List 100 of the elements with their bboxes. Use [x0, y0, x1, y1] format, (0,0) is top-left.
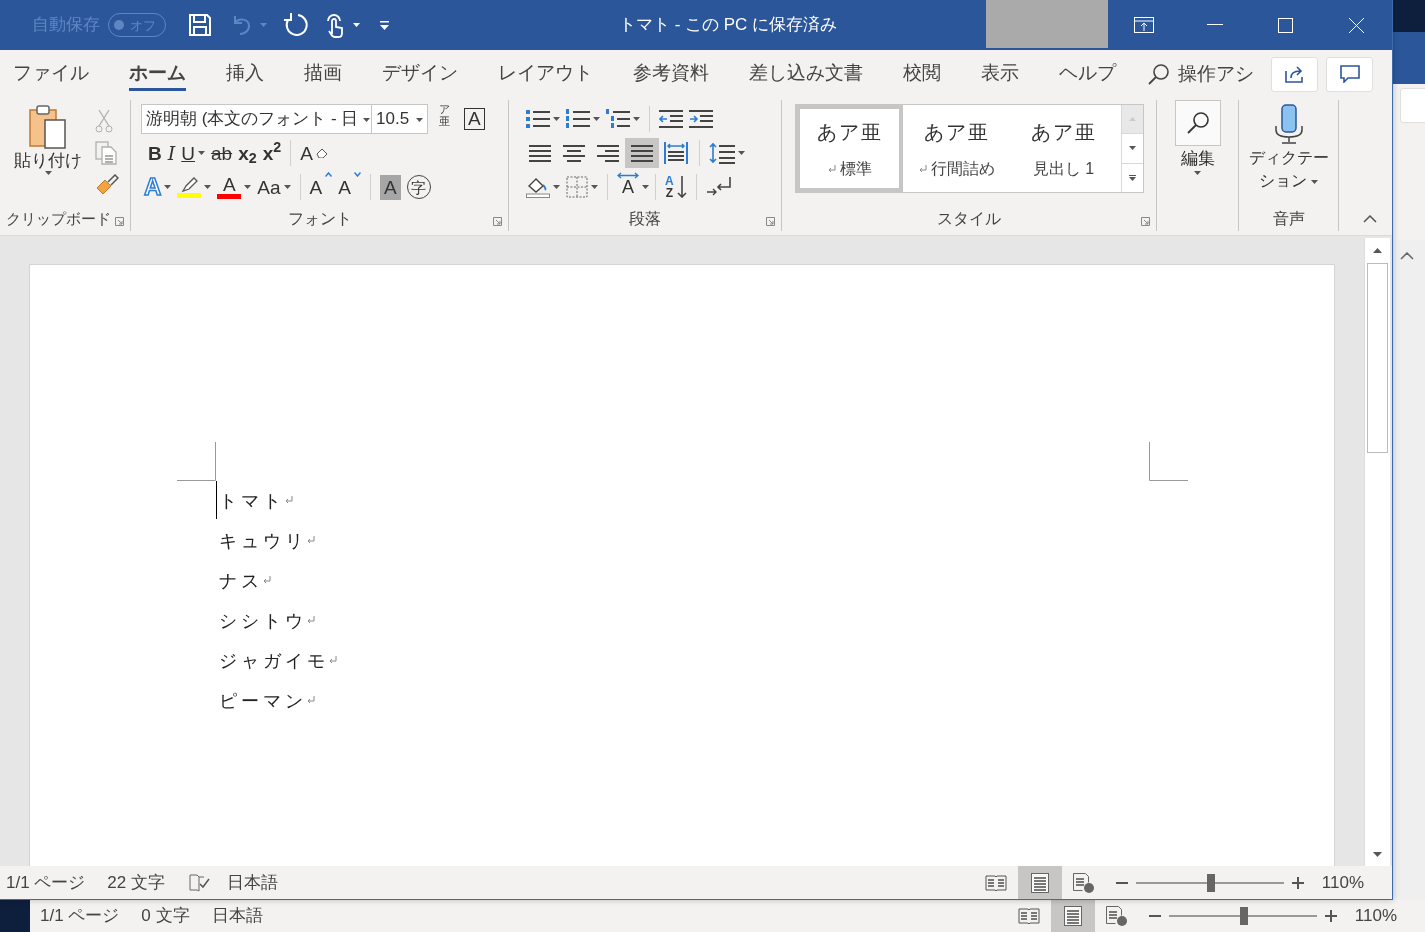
document-line: ナス	[219, 568, 263, 593]
clear-button[interactable]: A	[297, 138, 331, 168]
subscript-button[interactable]: x$_{2}$	[235, 138, 260, 168]
font-size-field[interactable]: 10.5	[372, 104, 428, 134]
tab[interactable]: 校閲	[903, 57, 941, 91]
dialog-launcher-icon	[1141, 217, 1150, 226]
bullet-list-icon	[526, 109, 550, 129]
tab[interactable]: ホーム	[129, 57, 186, 91]
tab[interactable]: 表示	[981, 57, 1019, 91]
sort-button[interactable]: A Z	[662, 172, 690, 202]
phonetic-guide-button[interactable]: ア 亜	[436, 104, 453, 134]
font-color-button[interactable]: A	[214, 172, 255, 202]
strike-button[interactable]: ab	[208, 138, 236, 168]
paragraph-mark-icon	[285, 496, 293, 504]
justify-align-button[interactable]	[625, 138, 659, 168]
tell-me-button[interactable]: 操作アシ	[1148, 59, 1254, 89]
language-label[interactable]: 日本語	[227, 869, 278, 896]
paragraph-mark-icon	[307, 696, 315, 704]
page-count[interactable]: 1/1 ページ	[40, 903, 120, 929]
document-line: ピーマン	[219, 688, 307, 713]
marker-icon	[179, 176, 200, 193]
line-spacing-icon	[709, 142, 735, 164]
font-name-field[interactable]: 游明朝 (本文のフォント - 日	[141, 104, 372, 134]
caret-icon	[1194, 171, 1201, 175]
style-name: 見出し 1	[1032, 158, 1095, 179]
zoom-level[interactable]: 110%	[1321, 869, 1364, 896]
book-check-icon	[189, 873, 211, 892]
multilevel-list-icon	[606, 109, 630, 129]
editing-button[interactable]: 編集	[1171, 100, 1224, 207]
word-count[interactable]: 0 文字	[141, 903, 190, 929]
minus-icon	[1115, 881, 1128, 884]
tab[interactable]: 挿入	[226, 57, 264, 91]
caret-icon	[591, 185, 598, 189]
tab[interactable]: デザイン	[382, 57, 458, 91]
margin-mark	[177, 442, 216, 481]
caret-icon	[633, 117, 640, 121]
view-button[interactable]	[1050, 899, 1095, 932]
bold-button[interactable]: B	[145, 138, 165, 168]
maximize-icon	[1278, 17, 1293, 33]
print-layout-icon	[1063, 906, 1082, 926]
document-page[interactable]: トマト キュウリ ナス シシトウ ジャガイモ ピーマン	[30, 265, 1334, 866]
paragraph-mark-icon	[263, 576, 271, 584]
language-label[interactable]: 日本語	[211, 903, 263, 929]
caret-icon	[44, 171, 52, 175]
zoom-in-button[interactable]	[1289, 876, 1306, 889]
up-icon	[1129, 117, 1136, 122]
repeat-button[interactable]	[283, 12, 309, 38]
comment-icon	[1339, 65, 1360, 83]
share-button[interactable]	[1271, 56, 1318, 92]
style-name: 行間詰め	[930, 158, 995, 179]
scroll-thumb[interactable]	[1367, 263, 1388, 453]
tab[interactable]: 描画	[304, 57, 342, 91]
scissors-icon	[95, 109, 113, 133]
style-item[interactable]: あア亜 標準	[796, 105, 903, 192]
document-line: シシトウ	[219, 608, 307, 633]
group-label: フォント	[287, 209, 352, 229]
tab[interactable]: 参考資料	[633, 57, 709, 91]
word-count[interactable]: 22 文字	[107, 869, 165, 896]
tab[interactable]: ヘルプ	[1059, 57, 1116, 91]
caret-icon	[553, 185, 560, 189]
tab[interactable]: ファイル	[13, 57, 89, 91]
proofing-button[interactable]	[187, 873, 213, 892]
touch-mode-button[interactable]	[325, 12, 360, 38]
web-layout-icon	[1105, 906, 1128, 926]
case-button[interactable]: Aa	[254, 172, 294, 202]
customize-icon	[380, 20, 389, 30]
paste-button[interactable]: 貼り付け	[12, 104, 84, 207]
ribbon-display-icon	[1133, 17, 1154, 33]
italic-button[interactable]: I	[164, 138, 179, 168]
indent-icon	[689, 109, 713, 129]
zoom-out-button[interactable]	[1113, 881, 1130, 884]
search-icon	[1185, 111, 1210, 135]
page-count[interactable]: 1/1 ページ	[6, 869, 86, 896]
grow-button[interactable]: A	[306, 172, 336, 202]
caret-icon	[553, 117, 560, 121]
superscript-button[interactable]: x$^{2}$	[259, 138, 285, 168]
microphone-icon	[1272, 104, 1305, 144]
up-icon	[1373, 247, 1382, 253]
caret-icon	[1129, 146, 1136, 151]
customize-toolbar-button[interactable]	[380, 20, 389, 30]
window-title: トマト - この PC に保存済み	[617, 14, 839, 37]
dialog-launcher-icon	[493, 217, 502, 226]
double-arrow-icon	[617, 172, 639, 179]
view-button[interactable]	[1017, 866, 1062, 899]
zoom-level[interactable]: 110%	[1354, 903, 1397, 929]
tab[interactable]: 差し込み文書	[749, 57, 863, 91]
group-label: スタイル	[937, 209, 1001, 229]
comments-button[interactable]	[1326, 56, 1373, 92]
save-button[interactable]	[188, 13, 212, 37]
tab[interactable]: レイアウト	[498, 57, 593, 91]
zoom-thumb[interactable]	[1207, 873, 1216, 892]
asian-layout-button[interactable]: A	[614, 172, 642, 202]
group-label: 段落	[629, 209, 661, 229]
zoom-thumb[interactable]	[1240, 907, 1249, 925]
minimize-icon	[1206, 24, 1223, 26]
shrink-button[interactable]: A	[335, 172, 364, 202]
dictate-button[interactable]: ディクテーション	[1245, 100, 1332, 207]
read-mode-icon	[1017, 907, 1040, 925]
zoom-in-button[interactable]	[1322, 910, 1339, 922]
underline-button[interactable]: U	[178, 138, 208, 168]
